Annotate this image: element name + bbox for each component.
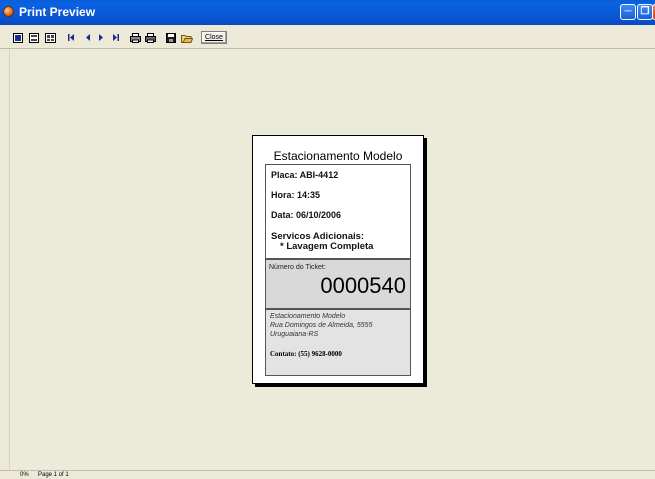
ticket-number-label: Número do Ticket: [269, 264, 326, 271]
time-text: Hora: 14:35 [271, 190, 321, 200]
ticket-page: Estacionamento Modelo Placa: ABI-4412 Ho… [252, 135, 424, 384]
restore-icon: ❐ [640, 6, 650, 17]
title-bar: Print Preview ─ ❐ ✕ [0, 0, 655, 25]
address-line-3: Uruguaiana-RS [270, 331, 319, 338]
page-indicator: Page 1 of 1 [38, 472, 69, 478]
window-title: Print Preview [19, 5, 96, 19]
print-setup-button[interactable] [145, 31, 156, 44]
open-icon [181, 34, 193, 43]
multiple-pages-icon [45, 32, 56, 43]
one-page-icon [13, 32, 23, 43]
address-line-1: Estacionamento Modelo [270, 313, 346, 320]
multiple-pages-button[interactable] [45, 31, 56, 44]
status-bar: 0% Page 1 of 1 [0, 470, 655, 479]
previous-page-icon [86, 34, 90, 41]
print-button[interactable] [130, 31, 141, 44]
save-icon [166, 32, 176, 43]
vehicle-info-box: Placa: ABI-4412 Hora: 14:35 Data: 06/10/… [265, 164, 411, 259]
plate-text: Placa: ABI-4412 [271, 170, 339, 180]
minimize-icon: ─ [624, 6, 632, 17]
print-icon [130, 32, 141, 43]
ticket-title: Estacionamento Modelo [273, 149, 403, 163]
save-button[interactable] [166, 31, 176, 44]
close-button-label: Close [205, 34, 223, 41]
date-text: Data: 06/10/2006 [271, 210, 342, 220]
next-page-icon [99, 34, 103, 41]
first-page-button[interactable] [68, 31, 74, 44]
minimize-button[interactable]: ─ [620, 4, 636, 20]
service-item: * Lavagem Completa [280, 241, 374, 252]
last-page-button[interactable] [113, 31, 119, 44]
address-line-2: Rua Domingos de Almeida, 5555 [270, 322, 373, 329]
close-button[interactable]: Close [201, 31, 227, 44]
zoom-level: 0% [20, 472, 29, 478]
toolbar: Close [0, 25, 655, 49]
two-pages-button[interactable] [29, 31, 39, 44]
ticket-number: 0000540 [320, 273, 406, 298]
next-page-button[interactable] [99, 31, 104, 44]
first-page-icon [68, 34, 74, 41]
address-box: Estacionamento Modelo Rua Domingos de Al… [265, 309, 411, 376]
print-setup-icon [145, 32, 156, 43]
last-page-icon [113, 34, 119, 41]
open-button[interactable] [181, 31, 193, 44]
restore-button[interactable]: ❐ [637, 4, 653, 20]
contact-text: Contato: (55) 9628-0000 [270, 350, 342, 358]
previous-page-button[interactable] [85, 31, 90, 44]
ticket-number-box: Número do Ticket: 0000540 [265, 259, 411, 309]
one-page-button[interactable] [13, 31, 23, 44]
app-icon [3, 6, 14, 17]
two-pages-icon [29, 32, 39, 43]
